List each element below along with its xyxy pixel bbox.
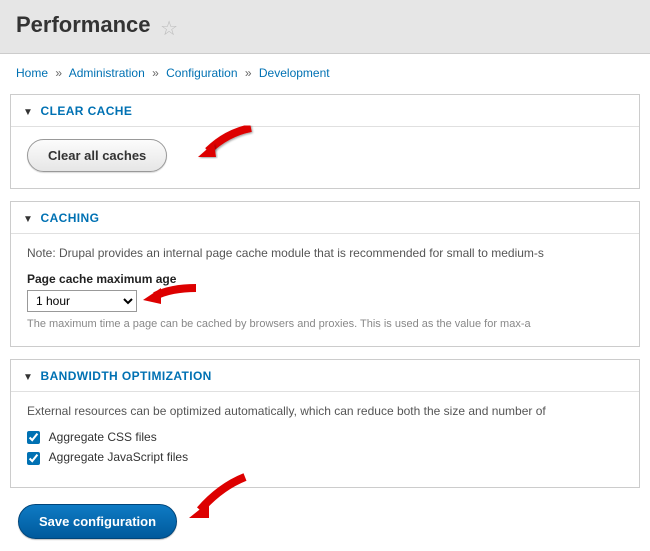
collapse-toggle-icon: ▼ [23, 372, 33, 383]
breadcrumb-development[interactable]: Development [259, 66, 330, 80]
favorite-star-icon[interactable]: ☆ [160, 18, 178, 40]
panel-clear-cache: ▼ CLEAR CACHE Clear all caches [10, 94, 640, 189]
breadcrumb-home[interactable]: Home [16, 66, 48, 80]
header-bar: Performance ☆ [0, 0, 650, 54]
collapse-toggle-icon: ▼ [23, 107, 33, 118]
breadcrumb-sep: » [241, 66, 256, 80]
panel-caching: ▼ CACHING Note: Drupal provides an inter… [10, 201, 640, 347]
aggregate-js-label: Aggregate JavaScript files [49, 450, 188, 464]
page-cache-max-age-label: Page cache maximum age [27, 272, 623, 286]
breadcrumb: Home » Administration » Configuration » … [0, 54, 650, 94]
caching-note: Note: Drupal provides an internal page c… [27, 246, 623, 260]
clear-all-caches-button[interactable]: Clear all caches [27, 139, 167, 172]
collapse-toggle-icon: ▼ [23, 214, 33, 225]
aggregate-js-checkbox[interactable] [27, 452, 40, 465]
breadcrumb-sep: » [51, 66, 66, 80]
page-cache-max-age-select[interactable]: 1 hour [27, 290, 137, 312]
panel-title: BANDWIDTH OPTIMIZATION [41, 369, 212, 383]
breadcrumb-configuration[interactable]: Configuration [166, 66, 237, 80]
panel-title: CACHING [41, 211, 100, 225]
aggregate-css-checkbox[interactable] [27, 431, 40, 444]
breadcrumb-sep: » [148, 66, 163, 80]
helper-text: The maximum time a page can be cached by… [27, 318, 623, 330]
panel-header[interactable]: ▼ CLEAR CACHE [11, 95, 639, 127]
bandwidth-note: External resources can be optimized auto… [27, 404, 623, 418]
panel-bandwidth: ▼ BANDWIDTH OPTIMIZATION External resour… [10, 359, 640, 488]
breadcrumb-administration[interactable]: Administration [69, 66, 145, 80]
panel-header[interactable]: ▼ BANDWIDTH OPTIMIZATION [11, 360, 639, 392]
panel-header[interactable]: ▼ CACHING [11, 202, 639, 234]
panel-title: CLEAR CACHE [41, 104, 133, 118]
save-configuration-button[interactable]: Save configuration [18, 504, 177, 539]
page-title: Performance [16, 12, 151, 38]
aggregate-css-label: Aggregate CSS files [49, 430, 157, 444]
